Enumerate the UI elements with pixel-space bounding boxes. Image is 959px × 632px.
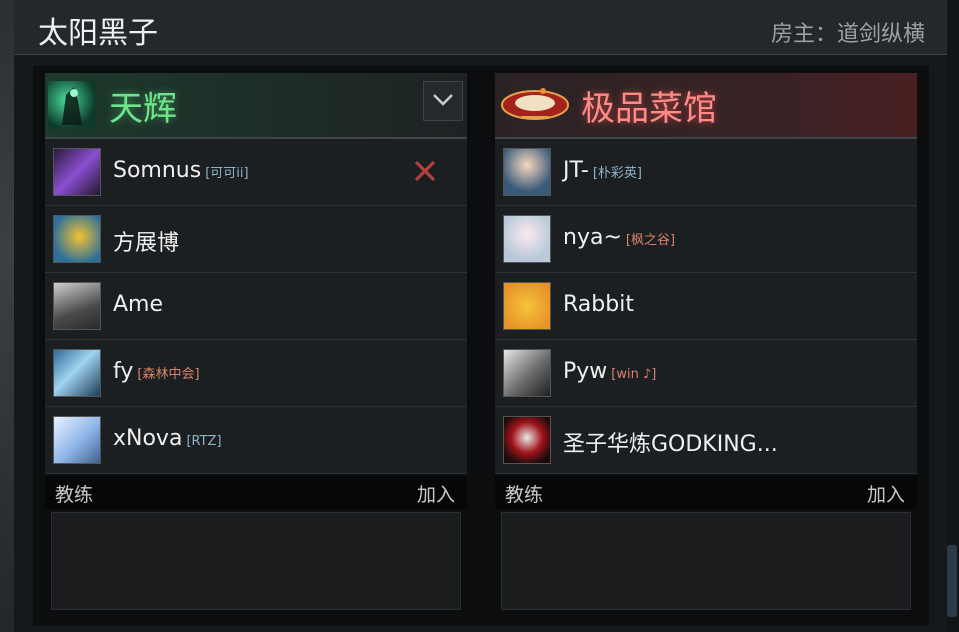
player-guild-tag: [朴彩英] [592, 166, 643, 181]
player-avatar [53, 215, 101, 263]
coach-bar: 教练 加入 [495, 476, 917, 509]
join-coach-button[interactable]: 加入 [867, 480, 905, 507]
player-row[interactable]: Somnus [可可ii] [45, 139, 467, 206]
player-avatar [503, 416, 551, 464]
dire-team-header: 极品菜馆 [495, 73, 917, 139]
close-icon[interactable] [413, 159, 437, 187]
player-row[interactable]: fy [森林中会] [45, 340, 467, 407]
coach-label: 教练 [55, 484, 94, 506]
player-name: Somnus [113, 158, 202, 183]
join-coach-button[interactable]: 加入 [417, 480, 455, 507]
dire-team-logo [499, 85, 571, 125]
chevron-down-icon [432, 92, 454, 111]
player-guild-tag: [可可ii] [205, 166, 249, 181]
player-name-line: 方展博 [113, 225, 179, 257]
player-avatar [53, 282, 101, 330]
host-label: 房主：道剑纵横 [770, 22, 925, 47]
player-name-line: Ame [113, 292, 163, 317]
player-row[interactable]: Pyw [win ♪] [495, 340, 917, 407]
player-name: fy [113, 359, 134, 384]
team-dropdown-button[interactable] [423, 81, 463, 121]
coach-bar: 教练 加入 [45, 476, 467, 509]
player-name: xNova [113, 426, 183, 451]
player-guild-tag: [win ♪] [611, 367, 657, 382]
player-guild-tag: [森林中会] [137, 367, 200, 382]
player-row[interactable]: JT- [朴彩英] [495, 139, 917, 206]
player-name-line: JT- [朴彩英] [563, 158, 642, 183]
player-avatar [53, 148, 101, 196]
player-avatar [503, 215, 551, 263]
player-name-line: Rabbit [563, 292, 634, 317]
background-left-edge [0, 0, 14, 632]
player-row[interactable]: xNova [RTZ] [45, 407, 467, 474]
room-title: 太阳黑子 [38, 16, 158, 51]
player-avatar [503, 282, 551, 330]
player-avatar [503, 148, 551, 196]
coach-label: 教练 [505, 484, 544, 506]
player-row[interactable]: 圣子华炼GODKING... [495, 407, 917, 474]
coach-slot[interactable] [501, 512, 911, 610]
dire-player-list: JT- [朴彩英] nya~ [枫之谷] Rabbit Pyw [win ♪] 圣子华… [495, 139, 917, 474]
player-name-line: nya~ [枫之谷] [563, 225, 675, 250]
radiant-team-name: 天辉 [109, 89, 177, 129]
player-name-line: xNova [RTZ] [113, 426, 222, 451]
player-name: 圣子华炼GODKING... [563, 432, 778, 457]
player-guild-tag: [RTZ] [186, 434, 222, 449]
player-name-line: Somnus [可可ii] [113, 158, 249, 183]
radiant-team-logo [48, 81, 96, 129]
player-name-line: Pyw [win ♪] [563, 359, 656, 384]
player-guild-tag: [枫之谷] [625, 233, 676, 248]
dire-team-panel: 极品菜馆 JT- [朴彩英] nya~ [枫之谷] Rabbit Pyw [win ♪… [495, 73, 917, 618]
player-name: Pyw [563, 359, 608, 384]
radiant-team-header: 天辉 [45, 73, 467, 139]
player-row[interactable]: Ame [45, 273, 467, 340]
player-name: JT- [563, 158, 589, 183]
player-row[interactable]: Rabbit [495, 273, 917, 340]
player-name: 方展博 [113, 231, 180, 256]
background-right-edge [947, 0, 959, 632]
side-panel-tab[interactable] [947, 545, 957, 617]
player-name: nya~ [563, 225, 622, 250]
player-name-line: fy [森林中会] [113, 359, 200, 384]
radiant-player-list: Somnus [可可ii] 方展博 Ame fy [森林中会] xNova [RTZ] [45, 139, 467, 474]
player-name: Rabbit [563, 292, 634, 317]
coach-slot[interactable] [51, 512, 461, 610]
player-avatar [53, 349, 101, 397]
player-avatar [53, 416, 101, 464]
player-row[interactable]: 方展博 [45, 206, 467, 273]
dire-team-name: 极品菜馆 [581, 89, 717, 129]
player-name-line: 圣子华炼GODKING... [563, 426, 778, 458]
player-avatar [503, 349, 551, 397]
player-row[interactable]: nya~ [枫之谷] [495, 206, 917, 273]
radiant-team-panel: 天辉 Somnus [可可ii] 方展博 Ame fy [森林中会] xNova… [45, 73, 467, 618]
player-name: Ame [113, 292, 164, 317]
room-header: 太阳黑子 房主：道剑纵横 [14, 0, 947, 55]
